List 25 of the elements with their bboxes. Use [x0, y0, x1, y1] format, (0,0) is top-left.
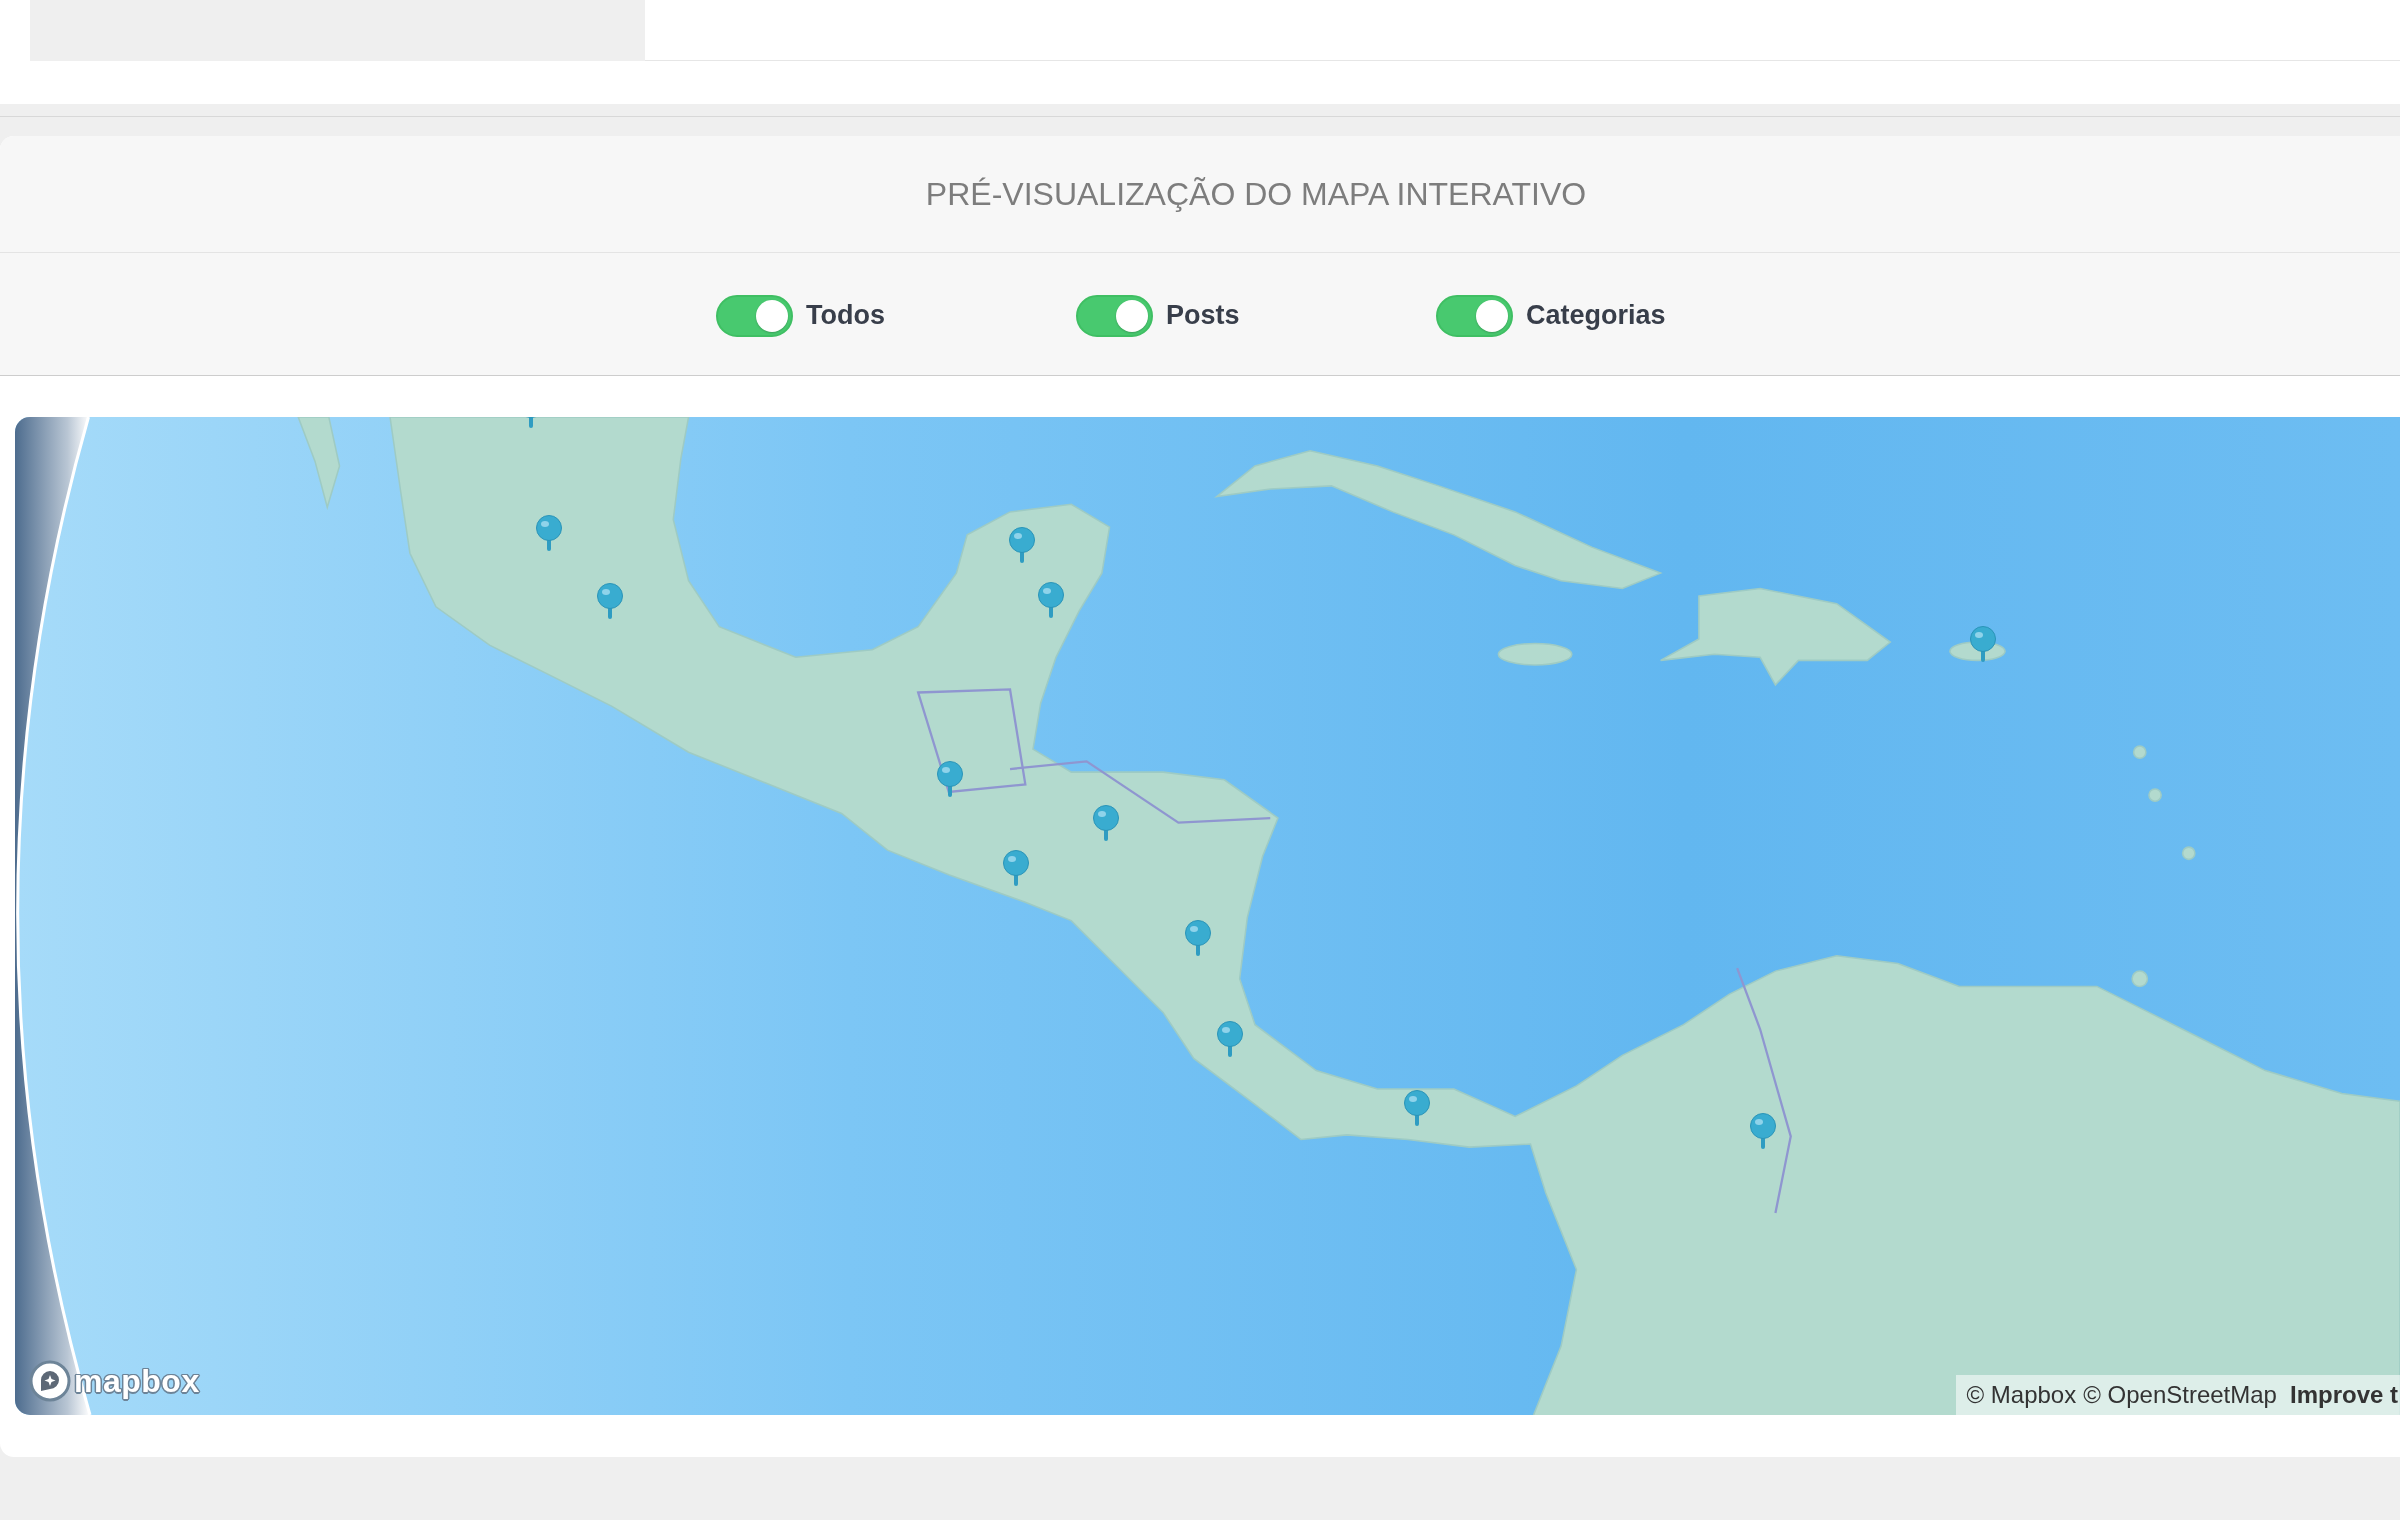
map-pin-icon[interactable] [596, 583, 625, 620]
feedback-link[interactable]: Improve t [2289, 1381, 2398, 1409]
map-pin-icon[interactable] [535, 514, 564, 551]
island-drawing [2148, 788, 2162, 802]
toggle-switch[interactable] [716, 294, 793, 337]
map-pin-icon[interactable] [1216, 1021, 1245, 1058]
map-pin-icon[interactable] [1092, 805, 1121, 842]
map-pin-icon[interactable] [1184, 920, 1213, 957]
island-drawing [2181, 846, 2196, 861]
attribution-link[interactable]: © Mapbox [1966, 1381, 2077, 1409]
map-pin-icon[interactable] [1002, 849, 1030, 886]
map-pin-icon[interactable] [1403, 1090, 1432, 1127]
attribution-link[interactable]: © OpenStreetMap [2083, 1381, 2277, 1409]
section-title: PRÉ-VISUALIZAÇÃO DO MAPA INTERATIVO [925, 175, 1587, 213]
toggle-label[interactable]: Todos [806, 300, 885, 331]
map-pin-icon[interactable] [936, 761, 965, 797]
toggle-switch[interactable] [1436, 294, 1513, 337]
map-pin-icon[interactable] [1969, 626, 1998, 663]
toggle-label[interactable]: Categorias [1526, 300, 1666, 331]
island-drawing [2131, 970, 2149, 988]
map-pin-icon[interactable] [1008, 526, 1037, 563]
toggle-label[interactable]: Posts [1166, 300, 1240, 331]
toggle-switch[interactable] [1076, 294, 1153, 337]
map-pin-icon[interactable] [1037, 581, 1066, 618]
map-pin-icon[interactable] [1748, 1113, 1777, 1150]
